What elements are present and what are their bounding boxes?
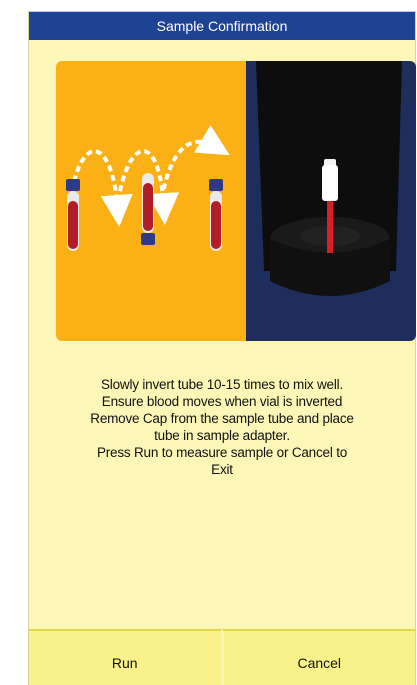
instruction-line: Ensure blood moves when vial is inverted [101,394,343,409]
instruction-line: tube in sample adapter. [154,428,290,443]
sample-confirmation-screen: Sample Confirmation Slowly invert tube 1… [29,12,416,685]
title-bar: Sample Confirmation [29,12,415,40]
instruction-illustration [56,61,416,341]
invert-tube-arrows-icon [56,61,246,341]
illustration-graphic [56,61,416,341]
instruction-text: Slowly invert tube 10-15 times to mix we… [39,376,405,478]
button-bar: Run Cancel [29,629,415,685]
window-title: Sample Confirmation [156,18,288,34]
instruction-line: Exit [211,462,233,477]
instruction-line: Press Run to measure sample or Cancel to [96,445,348,460]
run-button[interactable]: Run [29,629,221,685]
instruction-line: Slowly invert tube 10-15 times to mix we… [101,377,343,392]
tube-in-adapter-icon [246,61,416,341]
cancel-button[interactable]: Cancel [220,629,415,685]
instruction-line: Remove Cap from the sample tube and plac… [90,411,354,426]
